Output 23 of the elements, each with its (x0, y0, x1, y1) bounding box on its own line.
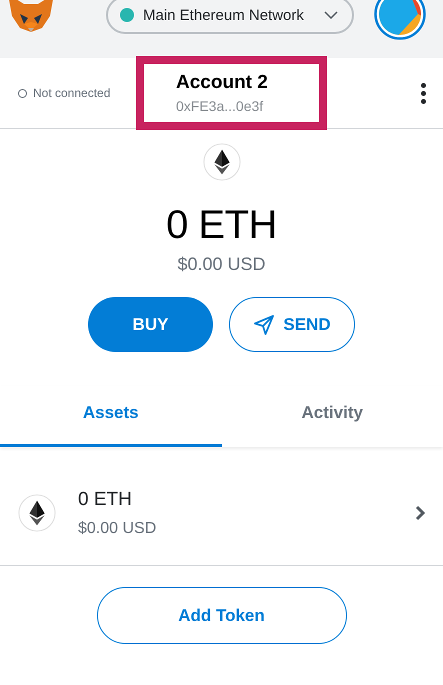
chevron-right-icon (415, 505, 425, 521)
ethereum-icon (202, 143, 240, 181)
account-address[interactable]: 0xFE3a...0e3f (176, 98, 319, 114)
add-token-button[interactable]: Add Token (96, 587, 346, 644)
ethereum-icon (18, 494, 56, 532)
balance-amount: 0 ETH (166, 203, 277, 248)
more-menu-icon[interactable] (421, 82, 426, 104)
send-icon (253, 314, 276, 336)
account-details[interactable]: Account 2 0xFE3a...0e3f (136, 56, 327, 130)
send-button[interactable]: SEND (229, 297, 355, 352)
chevron-down-icon (324, 11, 338, 19)
asset-fiat: $0.00 USD (78, 520, 158, 538)
asset-amount: 0 ETH (78, 488, 133, 510)
network-selector[interactable]: Main Ethereum Network (106, 0, 354, 34)
tab[interactable]: Activity (222, 386, 443, 447)
buy-button[interactable]: BUY (88, 297, 213, 352)
connection-status: Not connected (33, 86, 110, 100)
tab[interactable]: Assets (0, 386, 222, 447)
status-dot-icon (120, 8, 134, 22)
balance-fiat: $0.00 USD (177, 254, 266, 275)
asset-row[interactable]: 0 ETH $0.00 USD (0, 461, 443, 566)
account-name: Account 2 (176, 72, 269, 94)
account-avatar[interactable] (374, 0, 426, 40)
